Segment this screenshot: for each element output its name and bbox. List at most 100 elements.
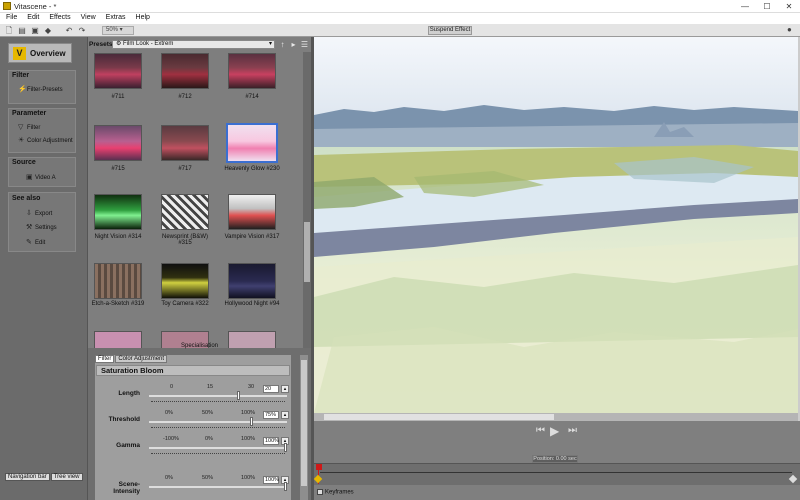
tick-label: 50% — [202, 410, 214, 416]
tab-filter[interactable]: Filter — [95, 355, 115, 363]
nav-item-edit[interactable]: ✎ Edit — [26, 238, 45, 246]
preset-label-712: #712 — [178, 94, 192, 100]
nav-item-color-adjustment[interactable]: ☀ Color Adjustment — [18, 136, 73, 144]
tick-label: 0% — [165, 410, 173, 416]
menu-view[interactable]: View — [75, 13, 100, 21]
preset-thumbnail-vampire-vision[interactable] — [228, 194, 276, 230]
preset-thumbnail-night-vision[interactable] — [94, 194, 142, 230]
slider-track[interactable] — [149, 395, 287, 397]
nav-item-filter-presets[interactable]: ⚡Filter-Presets — [18, 85, 63, 93]
slider-knob[interactable] — [284, 482, 287, 491]
pin-icon[interactable]: ● — [787, 25, 792, 34]
preset-thumbnail-hollywood-night[interactable] — [228, 263, 276, 299]
presets-scrollbar[interactable] — [303, 52, 311, 348]
window-title: Vitascene - * — [14, 2, 57, 11]
play-preset-icon[interactable]: ▸ — [289, 40, 298, 49]
preset-thumbnail-heavenly-glow[interactable] — [226, 123, 278, 163]
redo-icon[interactable]: ↷ — [77, 26, 87, 35]
menu-effects[interactable]: Effects — [43, 13, 74, 21]
list-view-icon[interactable]: ☰ — [300, 40, 309, 49]
menu-edit[interactable]: Edit — [21, 13, 43, 21]
param-value-field[interactable]: 75% — [263, 411, 279, 419]
video-frame-image — [314, 37, 798, 413]
keyframes-checkbox[interactable] — [317, 489, 323, 495]
editor-scrollbar[interactable] — [300, 355, 308, 500]
menu-extras[interactable]: Extras — [100, 13, 130, 21]
suspend-effect-button[interactable]: Suspend Effect — [428, 26, 472, 35]
param-value-field[interactable]: 20 — [263, 385, 279, 393]
timeline[interactable] — [313, 463, 800, 485]
playhead-marker[interactable] — [316, 464, 322, 470]
param-threshold: Threshold 0% 50% 100% 75% ▴ — [95, 410, 291, 434]
param-scene-intensity: Scene-Intensity 0% 50% 100% 100% ▴ — [95, 475, 291, 499]
menu-file[interactable]: File — [0, 13, 21, 21]
param-spinner[interactable]: ▴ — [281, 411, 289, 419]
tab-color-adjustment[interactable]: Color Adjustment — [115, 355, 168, 363]
new-file-icon[interactable]: 🗋 — [4, 26, 14, 35]
param-value-field[interactable]: 100% — [263, 437, 279, 445]
tick-label: 0% — [165, 475, 173, 481]
param-value-field[interactable]: 100% — [263, 476, 279, 484]
minimize-button[interactable]: — — [735, 0, 755, 13]
video-preview[interactable] — [314, 37, 798, 413]
maximize-button[interactable]: ☐ — [757, 0, 777, 13]
slider-ticks — [151, 427, 285, 429]
play-icon[interactable]: ▶ — [550, 424, 559, 438]
editor-scroll-thumb[interactable] — [301, 360, 307, 486]
group-heading-source: Source — [12, 159, 36, 166]
preset-thumbnail-714[interactable] — [228, 53, 276, 89]
slider-knob[interactable] — [236, 391, 240, 400]
navigation-panel: V Overview Filter ⚡Filter-Presets Parame… — [0, 37, 87, 500]
undo-icon[interactable]: ↶ — [64, 26, 74, 35]
slider-knob[interactable] — [250, 417, 254, 426]
nav-item-settings[interactable]: ⚒ Settings — [26, 223, 57, 231]
tick-label: 100% — [241, 410, 256, 416]
close-button[interactable]: ✕ — [779, 0, 799, 13]
preset-thumbnail-717[interactable] — [161, 125, 209, 161]
up-arrow-icon[interactable]: ↑ — [278, 40, 287, 49]
preset-thumbnail-etch-a-sketch[interactable] — [94, 263, 142, 299]
preset-thumbnail-711[interactable] — [94, 53, 142, 89]
title-bar: Vitascene - * — ☐ ✕ — [0, 0, 800, 13]
chevron-down-icon: ▾ — [268, 41, 272, 47]
preset-category-select[interactable]: ⚙ Film Look - Extrem ▾ — [112, 40, 275, 49]
nav-item-filter[interactable]: ▽ Filter — [18, 123, 40, 131]
app-icon — [3, 2, 11, 10]
tab-navigation-bar[interactable]: Navigation bar — [5, 473, 50, 481]
param-gamma: Gamma -100% 0% 100% 100% ▴ — [95, 436, 291, 460]
preset-thumbnail-715[interactable] — [94, 125, 142, 161]
slider-track[interactable] — [149, 447, 287, 449]
settings-icon: ⚒ — [26, 224, 33, 231]
nav-item-label: Filter-Presets — [27, 87, 63, 93]
tick-label: 0% — [205, 436, 213, 442]
presets-header: Presets ⚙ Film Look - Extrem ▾ ↑ ▸ ☰ — [88, 39, 311, 49]
slider-track[interactable] — [149, 486, 287, 488]
nav-item-export[interactable]: ⇩ Export — [26, 209, 52, 217]
slider-ticks — [151, 453, 285, 455]
preset-thumbnail-newsprint[interactable] — [161, 194, 209, 230]
slider-ticks — [151, 401, 285, 403]
save-icon[interactable]: ▣ — [30, 26, 40, 35]
presets-scroll-thumb[interactable] — [304, 222, 310, 282]
param-spinner[interactable]: ▴ — [281, 385, 289, 393]
render-icon[interactable]: ◆ — [43, 26, 53, 35]
previous-frame-icon[interactable]: ⏮ — [536, 425, 545, 436]
preset-thumbnail-toy-camera[interactable] — [161, 263, 209, 299]
preset-thumbnail-712[interactable] — [161, 53, 209, 89]
keyframes-toggle[interactable]: Keyframes — [317, 489, 354, 496]
preview-scroll-thumb[interactable] — [324, 414, 554, 420]
nav-item-video-a[interactable]: ▣ Video A — [26, 173, 56, 181]
keyframe-end-icon[interactable] — [788, 474, 798, 484]
open-folder-icon[interactable]: ▤ — [17, 26, 27, 35]
zoom-select[interactable]: 50% ▾ — [102, 26, 134, 35]
overview-button[interactable]: V Overview — [8, 43, 72, 63]
preview-horizontal-scrollbar[interactable] — [314, 413, 798, 421]
param-name: Gamma — [116, 442, 140, 449]
menu-help[interactable]: Help — [130, 13, 154, 21]
next-frame-icon[interactable]: ⏭ — [568, 425, 577, 436]
slider-track[interactable] — [149, 421, 287, 423]
slider-knob[interactable] — [284, 443, 287, 452]
tab-tree-view[interactable]: Tree view — [50, 473, 83, 481]
nav-item-label: Edit — [35, 240, 46, 246]
tick-label: 50% — [202, 475, 214, 481]
